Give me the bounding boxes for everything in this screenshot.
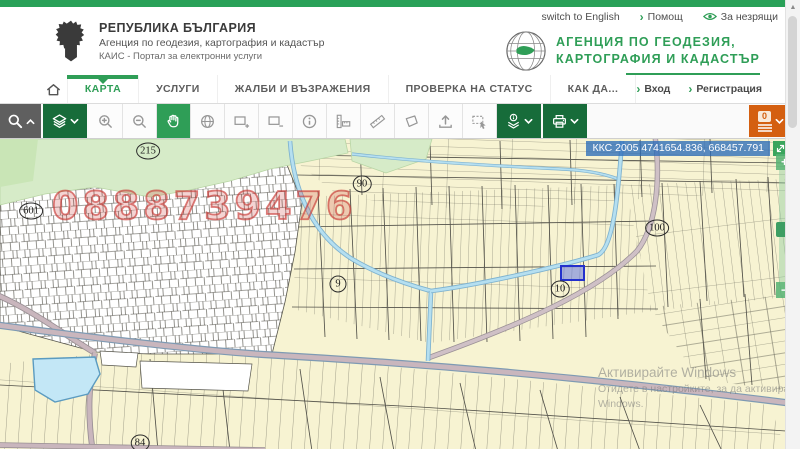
nav-auth: ›Вход ›Регистрация (636, 75, 800, 103)
eye-icon (703, 12, 717, 21)
page-scrollbar[interactable]: ▲ (785, 0, 800, 449)
zoom-out-button[interactable] (123, 104, 157, 138)
layers-button[interactable] (43, 104, 89, 138)
регистрация-link[interactable]: ›Регистрация (688, 83, 762, 95)
scale-button[interactable] (327, 104, 361, 138)
coordinate-text: ККС 2005 4741654.836, 668457.791 (586, 141, 770, 156)
nav-tabs: КАРТАУСЛУГИЖАЛБИ И ВЪЗРАЖЕНИЯПРОВЕРКА НА… (67, 75, 636, 103)
select-features-button[interactable] (463, 104, 497, 138)
scrollbar-up-arrow[interactable]: ▲ (786, 0, 800, 14)
map-label-215: 215 (136, 143, 160, 160)
map-toolbar: 0 (0, 104, 800, 139)
help-link[interactable]: ›Помощ (640, 11, 683, 23)
chevron-down-icon (70, 118, 79, 125)
brand-title: РЕПУБЛИКА БЪЛГАРИЯ (99, 21, 324, 35)
header: РЕПУБЛИКА БЪЛГАРИЯ Агенция по геодезия, … (0, 7, 800, 75)
search-button[interactable] (0, 104, 43, 138)
map-label-10: 10 (551, 281, 570, 298)
map-label-601: 601 (19, 203, 43, 220)
top-accent-bar (0, 0, 800, 7)
scrollbar-thumb[interactable] (788, 16, 797, 128)
coordinate-readout: ККС 2005 4741654.836, 668457.791 (586, 141, 788, 156)
polygon-icon (403, 113, 420, 130)
tab-услуги[interactable]: УСЛУГИ (138, 75, 217, 103)
cart-count-badge: 0 (758, 111, 771, 122)
header-right: switch to English ›Помощ За незрящи АГЕН… (505, 11, 778, 72)
hand-icon (165, 113, 182, 130)
brand-portal: КАИС - Портал за електронни услуги (99, 51, 324, 62)
top-links: switch to English ›Помощ За незрящи (541, 11, 778, 23)
zoom-out-icon (131, 113, 148, 130)
scale-icon (335, 113, 352, 130)
layers-info-icon (505, 113, 522, 130)
map-label-9: 9 (330, 276, 347, 293)
вход-link[interactable]: ›Вход (636, 83, 670, 95)
rect-plus-icon (233, 113, 250, 130)
upload-icon (437, 113, 454, 130)
zoom-in-button[interactable] (89, 104, 123, 138)
agency-logo: АГЕНЦИЯ ПО ГЕОДЕЗИЯ, КАРТОГРАФИЯ И КАДАС… (505, 30, 760, 72)
print-button[interactable] (543, 104, 589, 138)
selected-parcel[interactable] (561, 266, 584, 280)
measure-distance-button[interactable] (361, 104, 395, 138)
map-label-90: 90 (353, 176, 372, 193)
print-icon (551, 113, 568, 130)
agency-logo-text: АГЕНЦИЯ ПО ГЕОДЕЗИЯ, КАРТОГРАФИЯ И КАДАС… (556, 34, 760, 67)
chevron-down-icon (570, 118, 579, 125)
chevron-right-icon: › (636, 83, 640, 95)
upload-button[interactable] (429, 104, 463, 138)
layers-icon (51, 113, 68, 130)
republic-brand: РЕПУБЛИКА БЪЛГАРИЯ Агенция по геодезия, … (54, 19, 324, 63)
map-label-100: 100 (645, 220, 669, 237)
tab-как-да[interactable]: КАК ДА... (550, 75, 637, 103)
tab-карта[interactable]: КАРТА (67, 75, 138, 103)
measure-area-button[interactable] (395, 104, 429, 138)
cadastral-basemap (0, 139, 786, 449)
accessibility-link[interactable]: За незрящи (703, 11, 778, 23)
switch-language-link[interactable]: switch to English (541, 11, 619, 23)
main-nav: КАРТАУСЛУГИЖАЛБИ И ВЪЗРАЖЕНИЯПРОВЕРКА НА… (0, 75, 800, 104)
zoom-rect-in-button[interactable] (225, 104, 259, 138)
home-button[interactable] (40, 75, 67, 103)
select-icon (471, 113, 488, 130)
globe-icon (199, 113, 216, 130)
search-icon (7, 113, 24, 130)
chevron-up-icon (26, 118, 35, 125)
full-extent-button[interactable] (191, 104, 225, 138)
identify-button[interactable] (293, 104, 327, 138)
map-canvas[interactable]: 0888739476 2156019091010084 ККС 2005 474… (0, 139, 800, 449)
chevron-down-icon (775, 118, 784, 125)
chevron-right-icon: › (640, 11, 644, 23)
tab-проверка-на-статус[interactable]: ПРОВЕРКА НА СТАТУС (388, 75, 550, 103)
brand-text: РЕПУБЛИКА БЪЛГАРИЯ Агенция по геодезия, … (99, 21, 324, 62)
globe-logo-icon (505, 30, 547, 72)
layer-info-button[interactable] (497, 104, 543, 138)
cart-list-icon: 0 (757, 111, 773, 132)
pan-button[interactable] (157, 104, 191, 138)
zoom-rect-out-button[interactable] (259, 104, 293, 138)
chevron-right-icon: › (688, 83, 692, 95)
kais-portal-page: РЕПУБЛИКА БЪЛГАРИЯ Агенция по геодезия, … (0, 0, 800, 449)
ruler-icon (369, 113, 386, 130)
coat-of-arms-lion-icon (54, 19, 88, 63)
map-label-84: 84 (131, 435, 150, 449)
toolbar-buttons (0, 104, 589, 138)
zoom-in-icon (97, 113, 114, 130)
chevron-down-icon (524, 118, 533, 125)
info-icon (301, 113, 318, 130)
rect-minus-icon (267, 113, 284, 130)
tab-жалби-и-възражения[interactable]: ЖАЛБИ И ВЪЗРАЖЕНИЯ (217, 75, 388, 103)
brand-subtitle: Агенция по геодезия, картография и кадас… (99, 37, 324, 49)
